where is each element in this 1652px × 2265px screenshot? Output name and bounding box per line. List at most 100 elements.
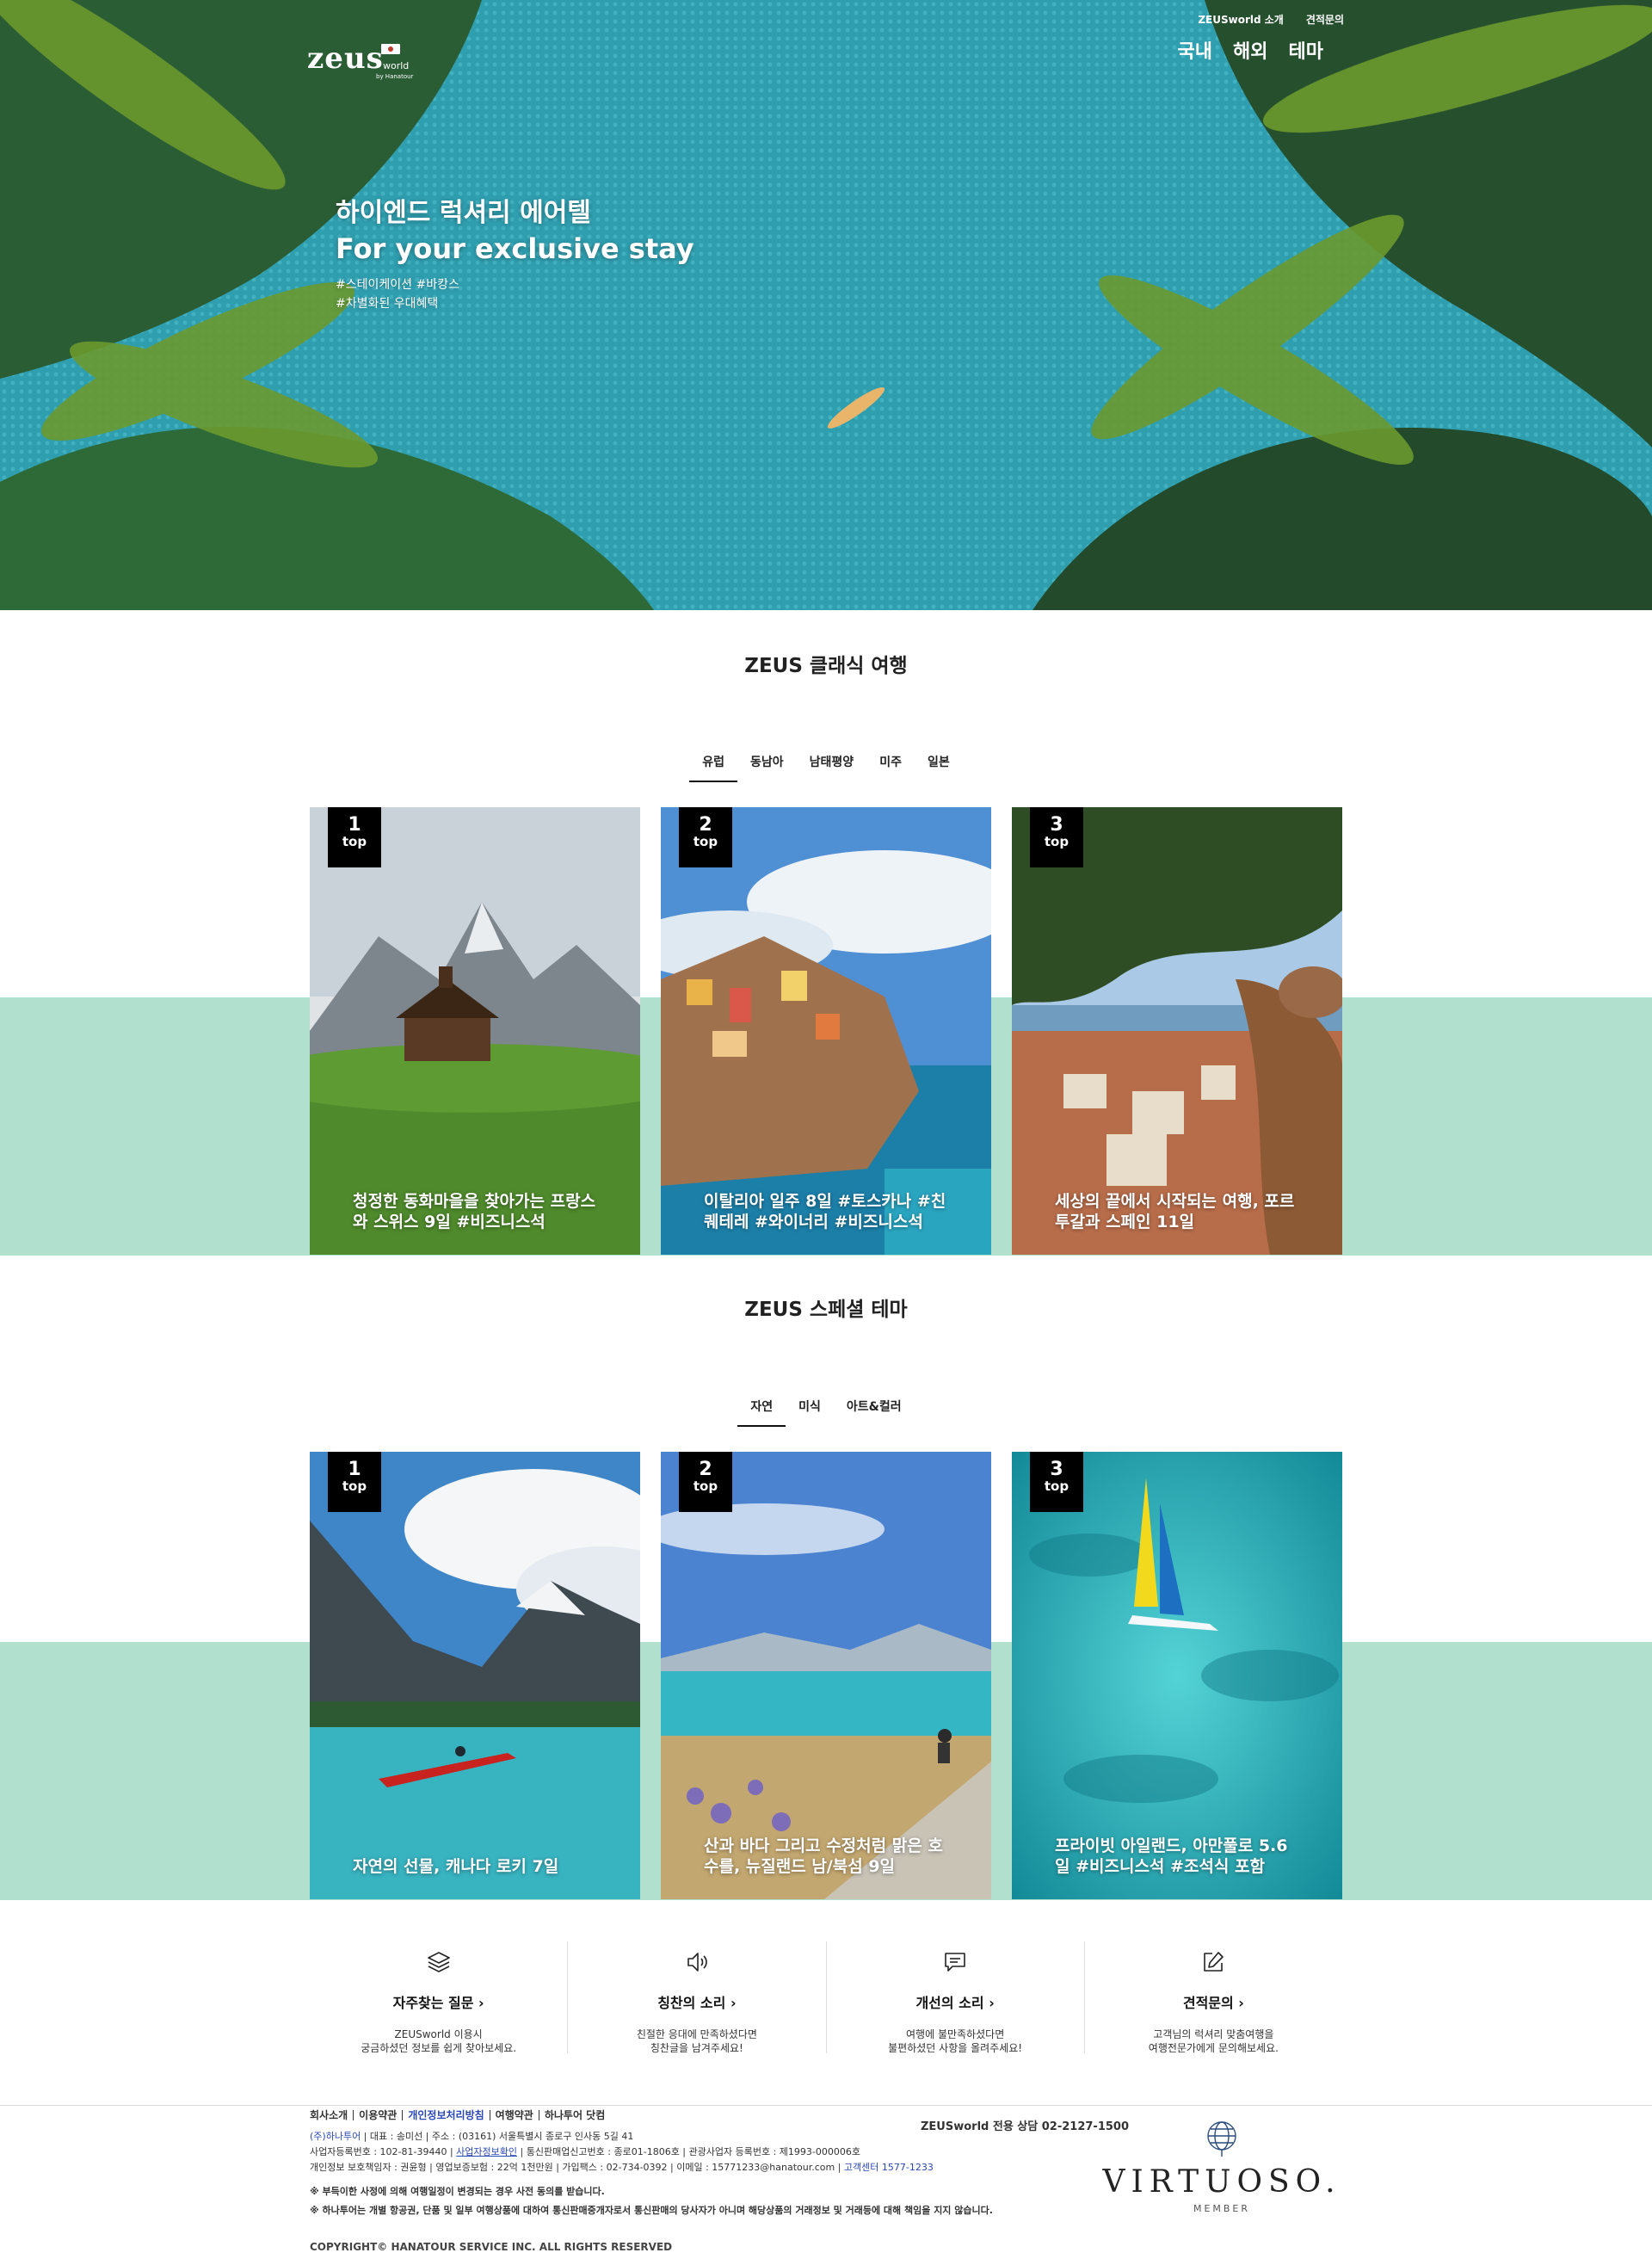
card-image-amanpulo	[1012, 1452, 1342, 1899]
card-caption: 자연의 선물, 캐나다 로키 7일	[353, 1857, 559, 1876]
card-image-portugal	[1012, 807, 1342, 1255]
tab-gourmet[interactable]: 미식	[786, 1398, 834, 1427]
product-card[interactable]: 3 top 프라이빗 아일랜드, 아만풀로 5.6일 #비즈니스석 #조석식 포함	[1012, 1452, 1342, 1899]
speaker-icon	[687, 1953, 707, 1972]
cs-quote-desc: 고객님의 럭셔리 맞춤여행을 여행전문가에게 문의해보세요.	[1148, 2028, 1279, 2054]
cs-faq-desc: ZEUSworld 이용시 궁금하셨던 정보를 쉽게 찾아보세요.	[361, 2028, 517, 2054]
card-caption: 청정한 동화마을을 찾아가는 프랑스와 스위스 9일 #비즈니스석	[353, 1192, 596, 1231]
product-card[interactable]: 3 top 세상의 끝에서 시작되는 여행, 포르투갈과 스페인 11일	[1012, 807, 1342, 1255]
rank-label: top	[342, 834, 367, 849]
rank-number: 1	[348, 814, 361, 836]
nav-overseas[interactable]: 해외	[1233, 36, 1267, 64]
cs-improvement-desc: 여행에 불만족하셨다면 불편하셨던 사항을 올려주세요!	[888, 2028, 1023, 2054]
card-image-swiss	[310, 807, 640, 1255]
edit-icon	[1204, 1952, 1224, 1972]
product-card[interactable]: 1 top 자연의 선물, 캐나다 로키 7일	[310, 1452, 640, 1899]
copyright: COPYRIGHT© HANATOUR SERVICE INC. ALL RIG…	[310, 2241, 673, 2253]
rank-number: 3	[1050, 1459, 1063, 1480]
company-info-line3: 개인정보 보호책임자 : 권윤형 | 영업보증보험 : 22억 1천만원 | 가…	[310, 2162, 844, 2173]
footer-link-hanatour[interactable]: 하나투어 닷컴	[538, 2110, 610, 2120]
classic-tabs: 유럽 동남아 남태평양 미주 일본	[0, 753, 1652, 782]
cs-quote[interactable]: 견적문의 › 고객님의 럭셔리 맞춤여행을 여행전문가에게 문의해보세요.	[1083, 1941, 1342, 2054]
nav-domestic[interactable]: 국내	[1178, 36, 1212, 64]
tab-europe[interactable]: 유럽	[689, 753, 737, 782]
card-caption: 세상의 끝에서 시작되는 여행, 포르투갈과 스페인 11일	[1055, 1192, 1295, 1231]
message-icon	[945, 1953, 965, 1972]
customer-center-link[interactable]: 고객센터 1577-1233	[844, 2162, 934, 2173]
logo-wordmark: zeus	[307, 41, 384, 76]
cs-compliment[interactable]: 칭찬의 소리 › 친절한 응대에 만족하셨다면 칭찬글을 남겨주세요!	[567, 1941, 825, 2054]
cs-faq-title: 자주찾는 질문 ›	[392, 1995, 484, 2011]
util-link-about[interactable]: ZEUSworld 소개	[1198, 12, 1284, 27]
zeus-logo[interactable]: zeus world by Hanatour	[307, 41, 413, 80]
product-card[interactable]: 2 top 산과 바다 그리고 수정처럼 맑은 호수를, 뉴질랜드 남/북섬 9일	[661, 1452, 991, 1899]
footer-link-travel-terms[interactable]: 여행약관	[489, 2110, 539, 2120]
rank-label: top	[693, 834, 718, 849]
special-tabs: 자연 미식 아트&컬러	[0, 1398, 1652, 1427]
card-caption: 이탈리아 일주 8일 #토스카나 #친퀘테레 #와이너리 #비즈니스석	[704, 1192, 946, 1231]
customer-service-links: 자주찾는 질문 › ZEUSworld 이용시 궁금하셨던 정보를 쉽게 찾아보…	[310, 1941, 1342, 2054]
cs-faq[interactable]: 자주찾는 질문 › ZEUSworld 이용시 궁금하셨던 정보를 쉽게 찾아보…	[310, 1941, 567, 2054]
consult-phone: ZEUSworld 전용 상담 02-2127-1500	[921, 2120, 1130, 2133]
virtuoso-logo: VIRTUOSO. MEMBER	[1101, 2119, 1342, 2214]
logo-byline: by Hanatour	[376, 73, 414, 80]
footer: 회사소개 이용약관 개인정보처리방침 여행약관 하나투어 닷컴 ZEUSworl…	[310, 2110, 1342, 2265]
cs-quote-title: 견적문의 ›	[1182, 1995, 1244, 2011]
rank-badge: 3 top	[1030, 1452, 1083, 1512]
cs-compliment-desc: 친절한 응대에 만족하셨다면 칭찬글을 남겨주세요!	[636, 2028, 757, 2054]
layers-icon	[427, 1952, 450, 1972]
virtuoso-wordmark: VIRTUOSO.	[1102, 2164, 1341, 2200]
nav-theme[interactable]: 테마	[1289, 36, 1323, 64]
product-card[interactable]: 2 top 이탈리아 일주 8일 #토스카나 #친퀘테레 #와이너리 #비즈니스석	[661, 807, 991, 1255]
rank-number: 3	[1050, 814, 1063, 836]
util-link-quote[interactable]: 견적문의	[1306, 12, 1344, 27]
hero-tags: #스테이케이션 #바캉스 #차별화된 우대혜택	[336, 275, 694, 313]
hero-title-ko: 하이엔드 럭셔리 에어텔	[336, 198, 591, 228]
special-section-title: ZEUS 스페셜 테마	[744, 1299, 908, 1321]
flag-icon	[381, 44, 400, 54]
rank-number: 2	[699, 1459, 712, 1480]
cs-improvement-title: 개선의 소리 ›	[915, 1995, 995, 2011]
company-info-line1: | 대표 : 송미선 | 주소 : (03161) 서울특별시 종로구 인사동 …	[361, 2131, 634, 2142]
rank-label: top	[1044, 834, 1069, 849]
tab-south-pacific[interactable]: 남태평양	[797, 753, 867, 782]
company-name[interactable]: (주)하나투어	[310, 2131, 361, 2142]
rank-label: top	[1044, 1478, 1069, 1494]
virtuoso-member: MEMBER	[1193, 2203, 1251, 2214]
rank-label: top	[342, 1478, 367, 1494]
globe-icon	[1207, 2121, 1236, 2157]
tab-japan[interactable]: 일본	[915, 753, 963, 782]
footer-link-privacy[interactable]: 개인정보처리방침	[402, 2110, 489, 2120]
cs-compliment-title: 칭찬의 소리 ›	[657, 1995, 737, 2011]
footer-link-company[interactable]: 회사소개	[310, 2110, 353, 2120]
tab-southeast-asia[interactable]: 동남아	[737, 753, 797, 782]
rank-badge: 3 top	[1030, 807, 1083, 867]
classic-cards: 1 top 청정한 동화마을을 찾아가는 프랑스와 스위스 9일 #비즈니스석 2…	[310, 807, 1342, 1255]
company-info-line2: 사업자등록번호 : 102-81-39440 |	[310, 2146, 457, 2157]
tab-art-color[interactable]: 아트&컬러	[834, 1398, 915, 1427]
hero-tags-line2: #차별화된 우대혜택	[336, 297, 439, 311]
logo-world: world	[383, 60, 410, 71]
hero-banner[interactable]: zeus world by Hanatour ZEUSworld 소개 견적문의…	[0, 0, 1652, 610]
rank-badge: 1 top	[328, 1452, 381, 1512]
cs-improvement[interactable]: 개선의 소리 › 여행에 불만족하셨다면 불편하셨던 사항을 올려주세요!	[825, 1941, 1084, 2054]
hero-copy: 하이엔드 럭셔리 에어텔 For your exclusive stay #스테…	[336, 191, 694, 313]
utility-links: ZEUSworld 소개 견적문의	[1198, 12, 1344, 27]
tab-americas[interactable]: 미주	[866, 753, 915, 782]
hero-image	[0, 0, 1652, 610]
business-info-link[interactable]: 사업자정보확인	[456, 2146, 517, 2157]
rank-badge: 2 top	[679, 1452, 732, 1512]
tab-nature[interactable]: 자연	[737, 1398, 786, 1427]
rank-badge: 1 top	[328, 807, 381, 867]
card-image-newzealand	[661, 1452, 991, 1899]
special-cards: 1 top 자연의 선물, 캐나다 로키 7일 2 top 산과 바다 그리고 수정…	[310, 1452, 1342, 1899]
footer-link-terms[interactable]: 이용약관	[353, 2110, 402, 2120]
rank-number: 1	[348, 1459, 361, 1480]
product-card[interactable]: 1 top 청정한 동화마을을 찾아가는 프랑스와 스위스 9일 #비즈니스석	[310, 807, 640, 1255]
card-image-canada	[310, 1452, 640, 1899]
classic-section-title: ZEUS 클래식 여행	[744, 655, 908, 677]
rank-badge: 2 top	[679, 807, 732, 867]
hero-title-en: For your exclusive stay	[336, 232, 694, 265]
footer-divider	[0, 2105, 1652, 2106]
company-info-line2-rest: | 통신판매업신고번호 : 종로01-1806호 | 관광사업자 등록번호 : …	[517, 2146, 860, 2157]
